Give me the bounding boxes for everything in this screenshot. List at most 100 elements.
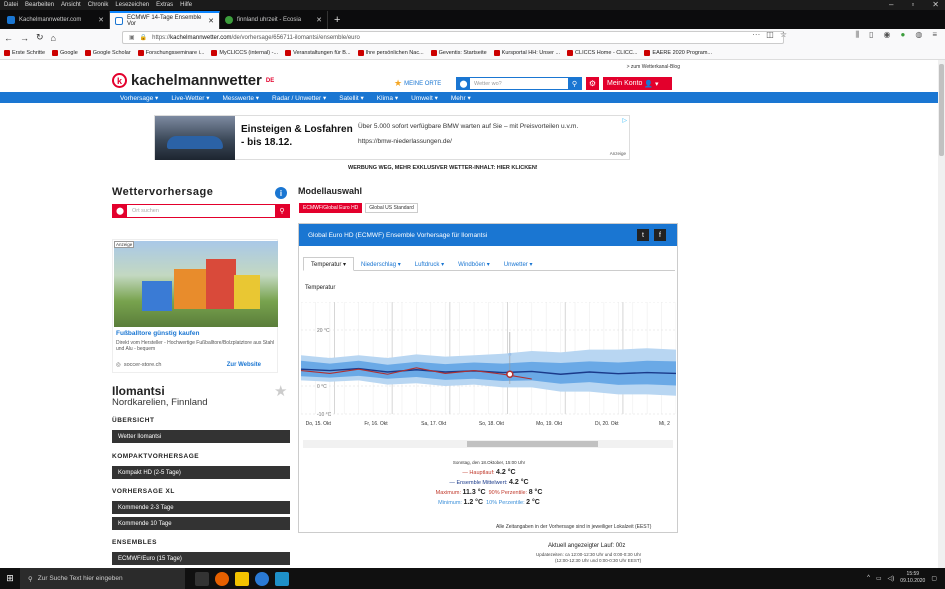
chart-svg[interactable]: 20 °C 0 °C -10 °C Do, 15. Okt Fr, 16. Okt Sa,… (300, 301, 682, 436)
chevron-up-icon[interactable]: ^ (867, 575, 870, 581)
sidebar-icon[interactable]: ▯ (869, 30, 873, 40)
back-icon[interactable]: ← (4, 33, 13, 43)
windows-start-icon[interactable]: ⊞ (0, 568, 20, 589)
chart-scrollbar[interactable] (303, 440, 673, 448)
nav-kommende-2-3[interactable]: Kommende 2-3 Tage (112, 501, 290, 514)
bookmark-star-icon[interactable]: ☆ (780, 30, 787, 39)
search-icon[interactable]: ⚲ (275, 204, 289, 218)
close-tab-icon[interactable]: ✕ (316, 16, 322, 24)
location-pin-icon[interactable]: ⬤ (113, 204, 127, 218)
main-nav-item[interactable]: Mehr ▾ (451, 94, 471, 102)
minimize-icon[interactable]: – (889, 0, 893, 9)
clock[interactable]: 15:59 09.10.2020 (900, 571, 925, 585)
nav-wetter-ilomantsi[interactable]: Wetter Ilomantsi (112, 430, 290, 443)
menu-item[interactable]: Datei (4, 2, 18, 8)
page-scrollbar[interactable] (938, 60, 945, 568)
tab-temperatur[interactable]: Temperatur ▾ (303, 257, 355, 271)
menu-item[interactable]: Extras (156, 2, 173, 8)
menu-item[interactable]: Lesezeichen (115, 2, 149, 8)
side-ad[interactable]: Anzeige Fußballtore günstig kaufen Direk… (112, 239, 278, 373)
account-icon[interactable]: ◍ (915, 30, 922, 40)
menu-item[interactable]: Hilfe (180, 2, 192, 8)
volume-icon[interactable]: ◁) (888, 575, 895, 582)
scrollbar-thumb[interactable] (467, 441, 598, 447)
tab-niederschlag[interactable]: Niederschlag ▾ (354, 257, 408, 271)
main-nav-item[interactable]: Messwerte ▾ (223, 94, 260, 102)
tab-luftdruck[interactable]: Luftdruck ▾ (408, 257, 451, 271)
bookmark-item[interactable]: Kursportal HH: Unser ... (493, 49, 560, 56)
menu-item[interactable]: Ansicht (61, 2, 81, 8)
bookmark-item[interactable]: Google Scholar (84, 49, 131, 56)
gear-icon[interactable]: ⚙ (586, 77, 599, 90)
bookmark-item[interactable]: CLICCS Home - CLICC... (567, 49, 637, 56)
task-view-icon[interactable] (195, 571, 209, 586)
close-tab-icon[interactable]: ✕ (98, 16, 104, 24)
twitter-icon[interactable]: t (637, 229, 649, 241)
zur-website-button[interactable]: Zur Website (227, 362, 261, 368)
main-nav-item[interactable]: Klima ▾ (377, 94, 398, 102)
info-icon[interactable]: i (275, 187, 287, 199)
side-ad-title[interactable]: Fußballtore günstig kaufen (116, 330, 199, 337)
header-search-input[interactable]: Wetter wo? (470, 81, 568, 87)
extension-icon[interactable]: ● (901, 30, 906, 40)
model-ecmwf-button[interactable]: ECMWF/Global Euro HD (299, 203, 363, 213)
menu-item[interactable]: Chronik (88, 2, 109, 8)
favorite-star-icon[interactable]: ★ (274, 382, 287, 400)
notification-icon[interactable]: ▢ (931, 575, 937, 582)
bookmark-item[interactable]: MyCLICCS (internal) -... (211, 49, 278, 56)
pocket-icon[interactable]: ◫ (766, 30, 774, 39)
main-nav-item[interactable]: Vorhersage ▾ (120, 94, 158, 102)
tab-unwetter[interactable]: Unwetter ▾ (497, 257, 540, 271)
bookmark-item[interactable]: Geventis: Startseite (430, 49, 487, 56)
site-logo[interactable]: k kachelmannwetter DE (112, 72, 274, 89)
ad-url[interactable]: https://bmw-niederlassungen.de/ (358, 137, 628, 147)
close-icon[interactable]: ✕ (932, 0, 939, 9)
bookmark-item[interactable]: Google (52, 49, 78, 56)
home-icon[interactable]: ⌂ (51, 33, 56, 43)
bookmark-item[interactable]: Erste Schritte (4, 49, 45, 56)
nav-ecmwf-euro[interactable]: ECMWF/Euro (15 Tage) (112, 552, 290, 565)
search-icon[interactable]: ⚲ (568, 77, 581, 90)
taskbar-search[interactable]: ⚲ Zur Suche Text hier eingeben (20, 568, 185, 589)
location-pin-icon[interactable]: ⬤ (457, 77, 470, 90)
bookmark-item[interactable]: Ihre persönlichen Nac... (357, 49, 424, 56)
bookmark-item[interactable]: Forschungsseminare i... (137, 49, 204, 56)
firefox-icon[interactable] (215, 571, 229, 586)
scrollbar-thumb[interactable] (939, 64, 944, 156)
werbung-weg-link[interactable]: WERBUNG WEG, MEHR EXKLUSIVER WETTER-INHA… (348, 165, 538, 171)
close-tab-icon[interactable]: ✕ (208, 17, 214, 25)
tab-ecosia[interactable]: finnland uhrzeit - Ecosia ✕ (220, 11, 328, 29)
reload-icon[interactable]: ↻ (36, 32, 44, 43)
extension-icon[interactable]: ◉ (884, 30, 891, 40)
adchoices-icon[interactable]: ▷ (622, 117, 627, 124)
forward-icon[interactable]: → (20, 33, 29, 43)
ort-search-input[interactable]: Ort suchen (127, 208, 275, 214)
top-ad-banner[interactable]: Einsteigen & Losfahren - bis 18.12. Über… (154, 115, 630, 160)
main-nav-item[interactable]: Live-Wetter ▾ (171, 94, 209, 102)
network-icon[interactable]: ▭ (876, 575, 882, 582)
main-nav-item[interactable]: Satellit ▾ (339, 94, 364, 102)
tab-kachelmann[interactable]: Kachelmannwetter.com ✕ (2, 11, 110, 29)
library-icon[interactable]: ⫼ (855, 30, 859, 40)
main-nav-item[interactable]: Umwelt ▾ (411, 94, 438, 102)
explorer-icon[interactable] (235, 571, 249, 586)
meine-orte-button[interactable]: ★ MEINE ORTE (394, 78, 441, 89)
blog-link[interactable]: > zum Wetterkanal-Blog (627, 64, 680, 70)
nav-kommende-10[interactable]: Kommende 10 Tage (112, 517, 290, 530)
ad-title[interactable]: Einsteigen & Losfahren - bis 18.12. (241, 123, 357, 149)
more-icon[interactable]: ··· (752, 30, 760, 39)
ensemble-chart[interactable]: 20 °C 0 °C -10 °C Do, 15. Okt Fr, 16. Okt Sa,… (300, 301, 682, 436)
main-nav-item[interactable]: Radar / Unwetter ▾ (272, 94, 326, 102)
facebook-icon[interactable]: f (654, 229, 666, 241)
tab-windboeen[interactable]: Windböen ▾ (451, 257, 497, 271)
model-us-button[interactable]: Global US Standard (365, 203, 418, 213)
bookmark-item[interactable]: Veranstaltungen für B... (285, 49, 351, 56)
hamburger-menu-icon[interactable]: ≡ (932, 30, 937, 40)
nav-kompakt-hd[interactable]: Kompakt HD (2-5 Tage) (112, 466, 290, 479)
bookmark-item[interactable]: EAERE 2020 Program... (644, 49, 712, 56)
tab-ecmwf[interactable]: ECMWF 14-Tage Ensemble Vor ✕ (110, 11, 220, 29)
url-bar[interactable]: ▣ 🔒 https://kachelmannwetter.com/de/vorh… (122, 31, 784, 44)
mein-konto-button[interactable]: Mein Konto 👤 ▾ (603, 77, 672, 90)
app-icon[interactable] (255, 571, 269, 586)
app-icon[interactable] (275, 571, 289, 586)
